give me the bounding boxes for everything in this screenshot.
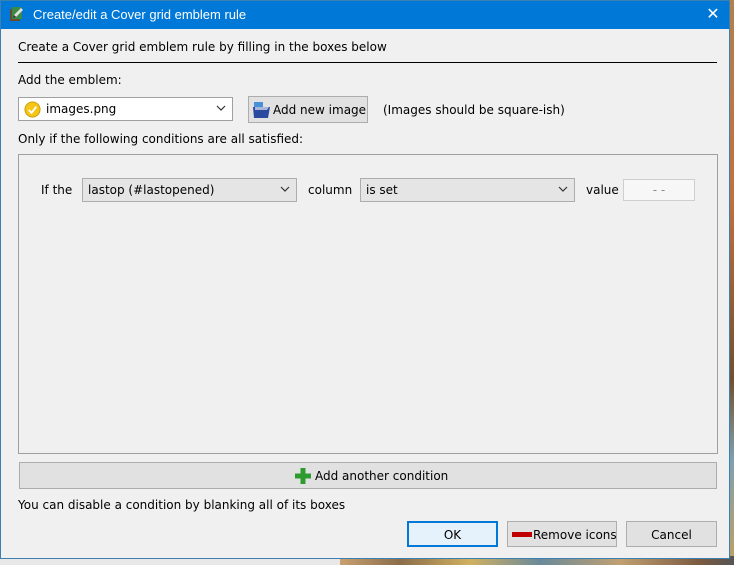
ok-label: OK <box>443 528 462 542</box>
conditions-label: Only if the following conditions are all… <box>18 132 304 146</box>
condition-field-select[interactable]: lastop (#lastopened) <box>82 178 297 202</box>
emblem-image-value: images.png <box>46 102 117 116</box>
header-divider <box>18 62 717 63</box>
condition-field-value: lastop (#lastopened) <box>88 183 215 197</box>
instructions-text: Create a Cover grid emblem rule by filli… <box>18 40 387 54</box>
title-bar[interactable]: Create/edit a Cover grid emblem rule ✕ <box>1 1 729 29</box>
disable-hint: You can disable a condition by blanking … <box>18 498 346 512</box>
condition-prefix: If the <box>41 183 73 197</box>
add-new-image-button[interactable]: Add new image <box>248 96 368 123</box>
remove-icons-label: Remove icons <box>533 528 617 542</box>
window-title: Create/edit a Cover grid emblem rule <box>33 7 247 22</box>
close-button[interactable]: ✕ <box>697 1 729 29</box>
add-condition-label: Add another condition <box>315 469 449 483</box>
emblem-label: Add the emblem: <box>18 73 122 87</box>
image-hint: (Images should be square-ish) <box>383 103 565 117</box>
add-condition-button[interactable]: Add another condition <box>19 462 717 489</box>
emblem-image-select[interactable]: images.png <box>18 97 233 121</box>
add-new-image-label: Add new image <box>273 103 367 117</box>
app-icon <box>10 7 23 21</box>
condition-operator-select[interactable]: is set <box>360 178 575 202</box>
ok-button[interactable]: OK <box>407 521 498 547</box>
chevron-down-icon <box>216 105 226 111</box>
chevron-down-icon <box>558 186 568 192</box>
value-label: value <box>586 183 619 197</box>
plus-icon <box>295 468 311 484</box>
condition-value-input[interactable]: - - <box>623 179 695 201</box>
close-icon: ✕ <box>706 4 720 23</box>
checkmark-badge-icon <box>24 101 41 118</box>
condition-operator-value: is set <box>366 183 398 197</box>
chevron-down-icon <box>280 186 290 192</box>
folder-open-icon <box>253 102 270 118</box>
minus-icon <box>512 532 532 537</box>
column-label: column <box>308 183 353 197</box>
emblem-rule-dialog: Create/edit a Cover grid emblem rule ✕ C… <box>0 0 730 559</box>
cancel-label: Cancel <box>651 528 692 542</box>
remove-icons-button[interactable]: Remove icons <box>507 521 617 547</box>
cancel-button[interactable]: Cancel <box>626 521 717 547</box>
